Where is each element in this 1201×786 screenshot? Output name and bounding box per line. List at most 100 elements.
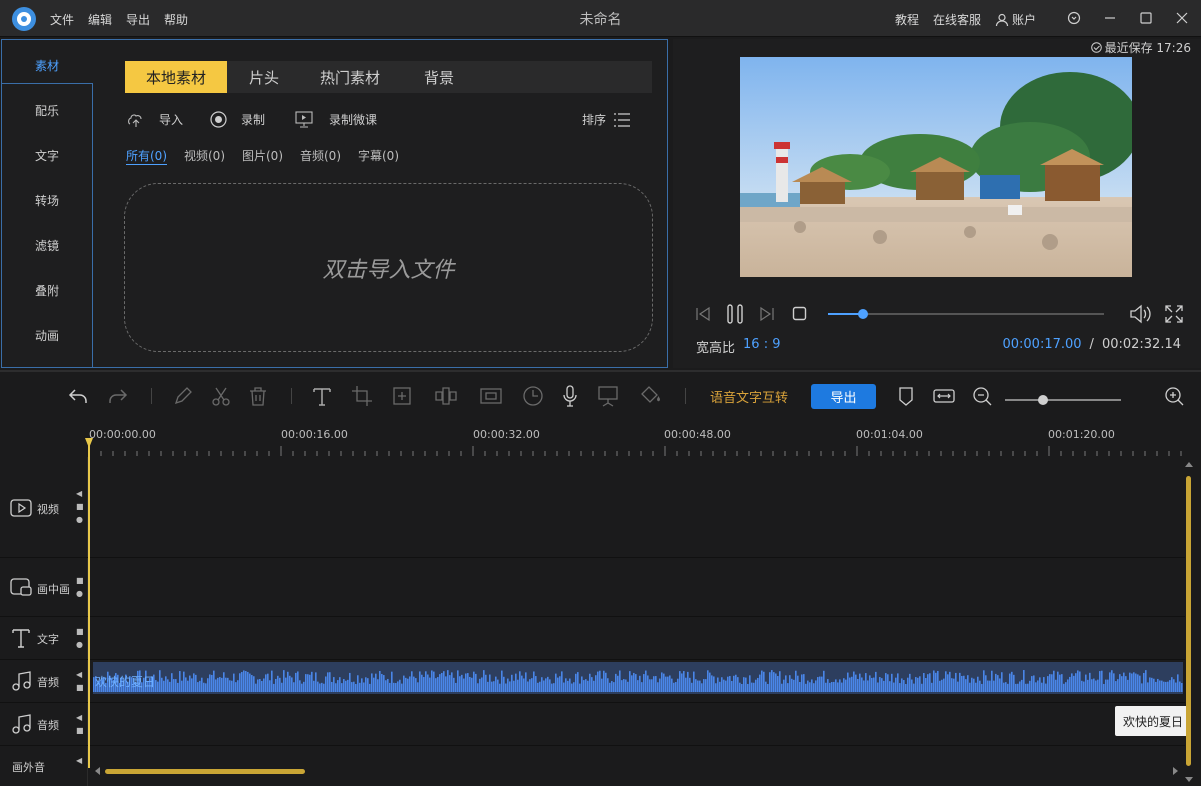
playback-knob[interactable] <box>858 309 869 319</box>
subtab-local-media[interactable]: 本地素材 <box>125 61 227 93</box>
presentation-icon[interactable] <box>596 384 620 408</box>
zoom-frame-icon[interactable] <box>390 384 414 408</box>
track-name: 音频 <box>37 719 59 732</box>
scissors-icon[interactable] <box>209 384 233 408</box>
lock-icon[interactable]: ■ <box>76 681 84 694</box>
tutorial-link[interactable]: 教程 <box>895 11 919 28</box>
mute-icon[interactable]: ◀ <box>76 711 84 724</box>
microphone-icon[interactable] <box>558 384 582 408</box>
lock-icon[interactable]: ■ <box>76 574 84 587</box>
import-button[interactable]: 导入 <box>127 111 183 128</box>
stop-icon[interactable] <box>792 306 807 321</box>
sort-label: 排序 <box>582 113 607 127</box>
text-tool-icon[interactable] <box>310 384 334 408</box>
playhead[interactable] <box>88 438 90 768</box>
export-button[interactable]: 导出 <box>811 384 876 409</box>
track-audio-2[interactable]: 音频 ◀ ■ <box>0 703 1185 746</box>
scroll-right-icon[interactable] <box>1171 766 1179 776</box>
filter-video[interactable]: 视频(0) <box>184 147 225 165</box>
online-support-link[interactable]: 在线客服 <box>933 11 981 28</box>
lock-icon[interactable]: ■ <box>76 500 84 513</box>
mosaic-icon[interactable] <box>434 384 458 408</box>
import-dropzone[interactable]: 双击导入文件 <box>124 183 653 352</box>
zoom-knob[interactable] <box>1038 395 1049 405</box>
filter-image[interactable]: 图片(0) <box>242 147 283 165</box>
sort-button[interactable]: 排序 <box>582 111 631 128</box>
mute-icon[interactable]: ◀ <box>76 668 84 681</box>
ruler-label: 00:00:16.00 <box>281 428 348 441</box>
track-video[interactable]: 视频 ◀ ■ ● <box>0 457 1185 558</box>
eye-icon[interactable]: ● <box>76 513 84 526</box>
paint-bucket-icon[interactable] <box>638 384 662 408</box>
scroll-down-icon[interactable] <box>1184 776 1194 784</box>
ratio-label: 宽高比 <box>696 341 736 356</box>
scroll-left-icon[interactable] <box>94 766 102 776</box>
record-button[interactable]: 录制 <box>210 111 265 128</box>
undo-icon[interactable] <box>66 384 90 408</box>
aspect-ratio[interactable]: 宽高比 16 : 9 <box>696 337 780 356</box>
frame-icon[interactable] <box>479 384 503 408</box>
playhead-handle[interactable] <box>85 438 93 448</box>
tab-media[interactable]: 素材 <box>2 43 92 88</box>
tab-filter[interactable]: 滤镜 <box>2 223 92 268</box>
tab-animation[interactable]: 动画 <box>2 313 92 358</box>
zoom-slider[interactable] <box>1005 395 1121 405</box>
ruler-label: 00:00:32.00 <box>473 428 540 441</box>
mute-icon[interactable]: ◀ <box>76 487 84 500</box>
tab-transition[interactable]: 转场 <box>2 178 92 223</box>
crop-icon[interactable] <box>350 384 374 408</box>
volume-icon[interactable] <box>1129 304 1151 324</box>
scroll-up-icon[interactable] <box>1184 460 1194 468</box>
record-lesson-button[interactable]: 录制微课 <box>295 111 377 128</box>
close-icon[interactable] <box>1173 8 1191 28</box>
speech-text-convert[interactable]: 语音文字互转 <box>710 387 788 406</box>
redo-icon[interactable] <box>106 384 130 408</box>
horizontal-scrollbar[interactable] <box>105 769 305 774</box>
menu-export[interactable]: 导出 <box>126 11 150 28</box>
filter-all[interactable]: 所有(0) <box>126 147 167 165</box>
tab-music[interactable]: 配乐 <box>2 88 92 133</box>
mute-icon[interactable]: ◀ <box>76 754 84 767</box>
pencil-icon[interactable] <box>171 384 195 408</box>
lock-icon[interactable]: ■ <box>76 724 84 737</box>
playback-slider[interactable] <box>828 309 1104 319</box>
audio-clip[interactable]: 欢快的夏日 <box>93 662 1183 694</box>
menu-help[interactable]: 帮助 <box>164 11 188 28</box>
menu-edit[interactable]: 编辑 <box>88 11 112 28</box>
prev-frame-icon[interactable] <box>695 306 711 322</box>
video-preview[interactable] <box>740 57 1132 277</box>
maximize-icon[interactable] <box>1137 8 1155 28</box>
tab-text[interactable]: 文字 <box>2 133 92 178</box>
vertical-scrollbar[interactable] <box>1186 476 1191 766</box>
next-frame-icon[interactable] <box>759 306 775 322</box>
lock-icon[interactable]: ■ <box>76 625 84 638</box>
settings-icon[interactable] <box>1065 8 1083 28</box>
track-voiceover[interactable]: 画外音 ◀ <box>0 746 1185 786</box>
minimize-icon[interactable] <box>1101 8 1119 28</box>
eye-icon[interactable]: ● <box>76 587 84 600</box>
eye-icon[interactable]: ● <box>76 638 84 651</box>
subtab-background[interactable]: 背景 <box>399 61 479 93</box>
timeline-ruler[interactable]: 00:00:00.00 00:00:16.00 00:00:32.00 00:0… <box>89 420 1190 456</box>
track-text[interactable]: 文字 ■ ● <box>0 617 1185 660</box>
filter-audio[interactable]: 音频(0) <box>300 147 341 165</box>
tab-overlay[interactable]: 叠附 <box>2 268 92 313</box>
zoom-out-icon[interactable] <box>970 384 994 408</box>
fullscreen-icon[interactable] <box>1164 304 1184 324</box>
account-button[interactable]: 账户 <box>995 11 1036 28</box>
track-name: 音频 <box>37 676 59 689</box>
fit-width-icon[interactable] <box>932 384 956 408</box>
subtab-hot-media[interactable]: 热门素材 <box>301 61 399 93</box>
subtab-intro[interactable]: 片头 <box>227 61 301 93</box>
playback-controls <box>695 303 1190 325</box>
filter-subtitle[interactable]: 字幕(0) <box>358 147 399 165</box>
track-name: 文字 <box>37 633 59 646</box>
marker-icon[interactable] <box>894 384 918 408</box>
trash-icon[interactable] <box>246 384 270 408</box>
track-header: 画中画 ■ ● <box>0 558 88 616</box>
track-pip[interactable]: 画中画 ■ ● <box>0 558 1185 617</box>
pause-icon[interactable] <box>725 303 745 325</box>
clock-icon[interactable] <box>521 384 545 408</box>
menu-file[interactable]: 文件 <box>50 11 74 28</box>
zoom-in-icon[interactable] <box>1162 384 1186 408</box>
